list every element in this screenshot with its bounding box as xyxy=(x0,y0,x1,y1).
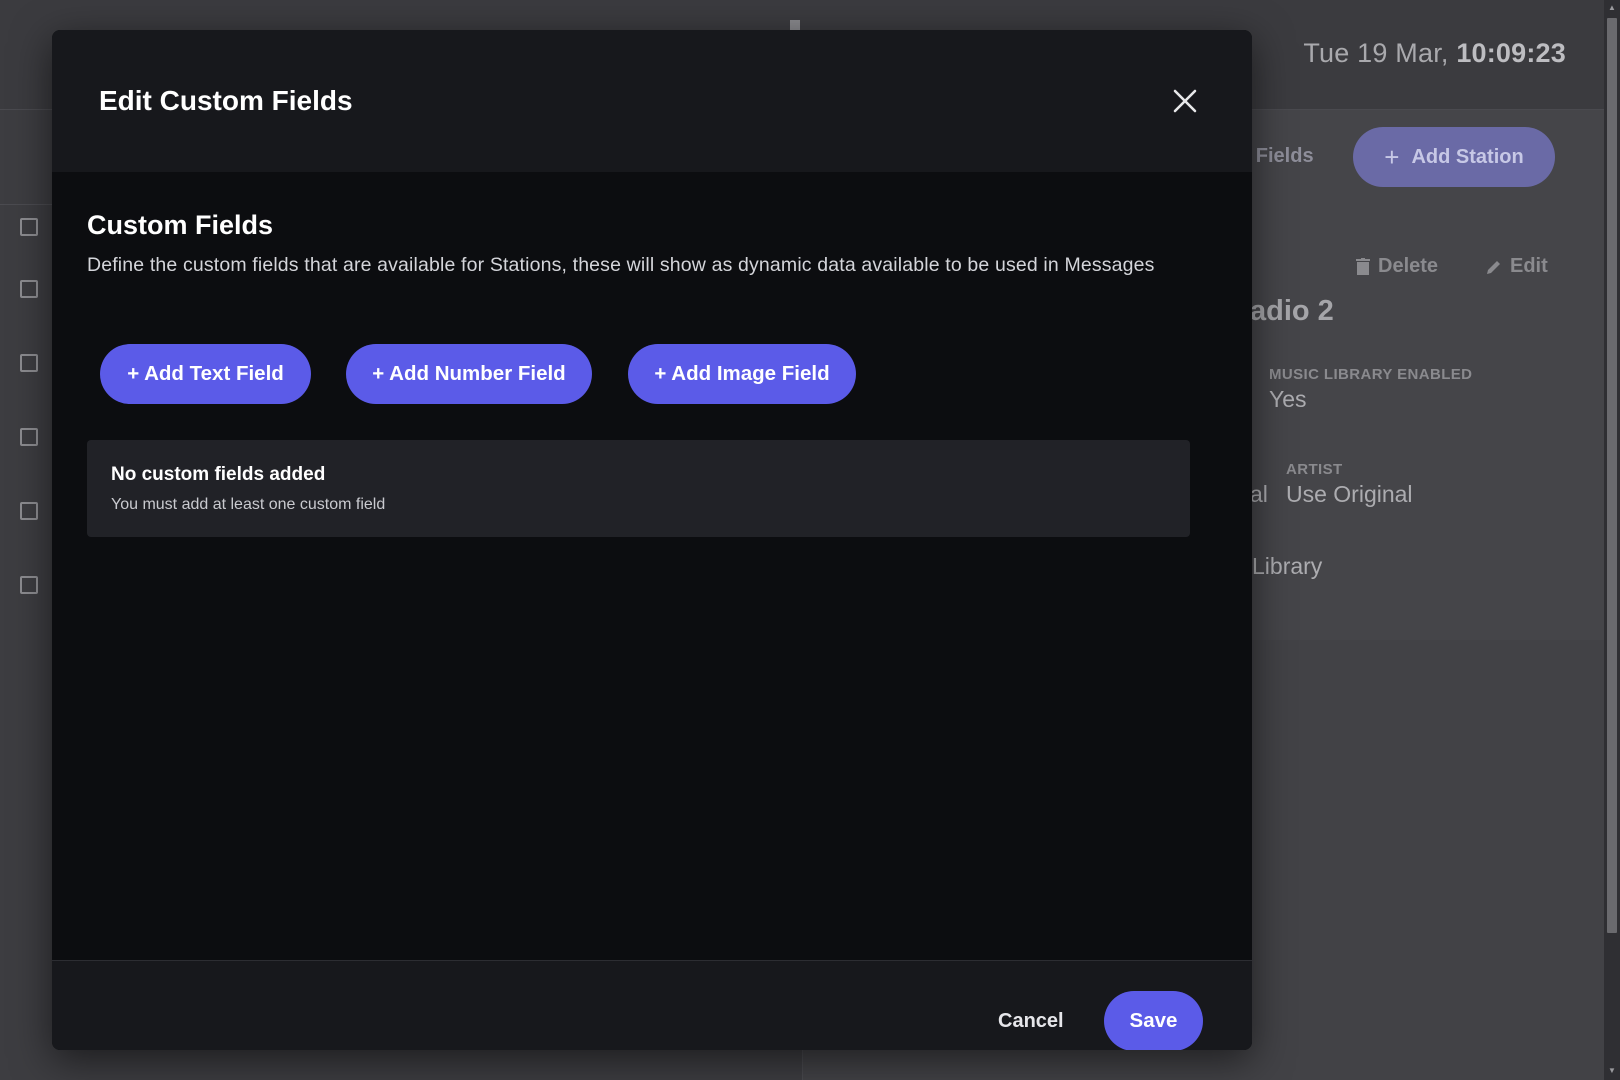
pencil-icon xyxy=(1487,260,1500,274)
section-title: Custom Fields xyxy=(87,210,274,240)
music-library-value: Yes xyxy=(1269,386,1307,412)
add-station-button[interactable]: + Add Station xyxy=(1353,127,1555,187)
edit-label: Edit xyxy=(1510,255,1548,277)
plus-icon: + xyxy=(1384,141,1400,172)
modal-header: Edit Custom Fields xyxy=(52,30,1252,172)
library-value: Library xyxy=(1252,553,1323,579)
edit-custom-fields-modal: Edit Custom Fields Custom Fields Define … xyxy=(52,30,1252,1050)
partial-field-value: al xyxy=(1250,481,1268,507)
clock-time: 10:09:23 xyxy=(1456,38,1566,68)
empty-state-description: You must add at least one custom field xyxy=(111,496,386,513)
delete-label: Delete xyxy=(1378,255,1439,277)
save-button[interactable]: Save xyxy=(1104,991,1203,1050)
station-name: adio 2 xyxy=(1250,295,1334,327)
music-library-label: MUSIC LIBRARY ENABLED xyxy=(1269,366,1473,383)
close-icon xyxy=(1173,89,1197,113)
add-image-field-button[interactable]: + Add Image Field xyxy=(628,344,856,404)
trash-icon xyxy=(1356,258,1370,275)
clock-date: Tue 19 Mar, xyxy=(1303,38,1449,68)
add-text-field-button[interactable]: + Add Text Field xyxy=(100,344,311,404)
empty-state: No custom fields added You must add at l… xyxy=(87,440,1190,537)
section-description: Define the custom fields that are availa… xyxy=(87,254,1155,276)
artist-value: Use Original xyxy=(1286,481,1413,507)
modal-footer: Cancel Save xyxy=(52,960,1252,1050)
row-checkbox[interactable] xyxy=(20,280,38,298)
delete-button[interactable]: Delete xyxy=(1356,255,1438,278)
empty-state-title: No custom fields added xyxy=(111,464,326,485)
page-scrollbar[interactable]: ▲ ▼ xyxy=(1604,0,1620,1080)
row-checkbox[interactable] xyxy=(20,428,38,446)
drag-handle-icon xyxy=(790,20,800,30)
add-number-field-button[interactable]: + Add Number Field xyxy=(346,344,592,404)
row-checkbox[interactable] xyxy=(20,354,38,372)
row-checkbox[interactable] xyxy=(20,576,38,594)
artist-label: ARTIST xyxy=(1286,461,1343,478)
row-checkbox[interactable] xyxy=(20,502,38,520)
clock: Tue 19 Mar, 10:09:23 xyxy=(1303,38,1566,69)
close-button[interactable] xyxy=(1170,86,1200,116)
scrollbar-thumb[interactable] xyxy=(1607,18,1617,933)
scroll-up-icon[interactable]: ▲ xyxy=(1608,3,1616,12)
modal-title: Edit Custom Fields xyxy=(99,85,353,116)
add-station-label: Add Station xyxy=(1411,145,1524,168)
cancel-button[interactable]: Cancel xyxy=(998,991,1064,1050)
modal-body: Custom Fields Define the custom fields t… xyxy=(52,172,1252,960)
scroll-down-icon[interactable]: ▼ xyxy=(1608,1066,1616,1075)
list-header-row xyxy=(0,110,60,205)
select-all-checkbox[interactable] xyxy=(20,218,38,236)
edit-button[interactable]: Edit xyxy=(1486,255,1548,278)
